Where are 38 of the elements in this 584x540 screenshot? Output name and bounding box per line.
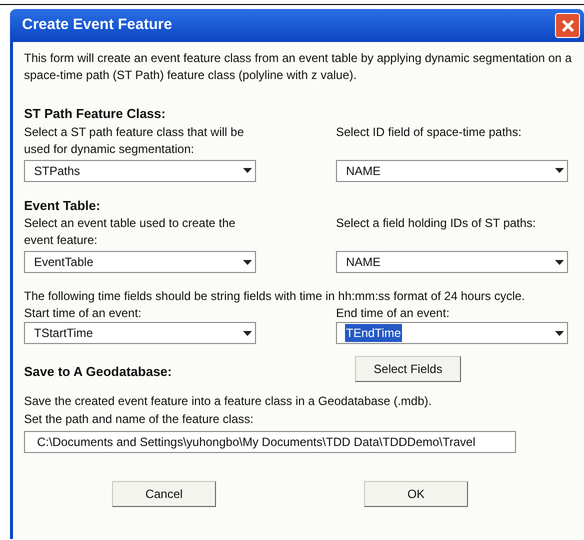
field-label: Select an event table used to create the event feature: — [24, 215, 236, 249]
field-label: Select a field holding IDs of ST paths: — [336, 215, 537, 232]
dropdown[interactable]: TEndTime — [336, 322, 568, 344]
section-heading: Save to A Geodatabase: — [24, 363, 173, 382]
caret-icon — [243, 168, 252, 173]
time-note: The following time fields should be string fields with time in hh:mm:ss format of 24 hours cycle. — [24, 288, 526, 305]
field-label: Select a ST path feature class that will be used for dynamic segmentation: — [24, 124, 245, 158]
intro-text: This form will create an event feature class from an event table by applying dynamic segmentation on a space-time path (ST Path) feature class (polyline with z value). — [24, 50, 572, 84]
dropdown-value: STPaths — [33, 162, 82, 180]
dropdown[interactable]: STPaths — [24, 160, 256, 182]
dropdown[interactable]: TStartTime — [24, 322, 256, 344]
field-label: Select ID field of space-time paths: — [336, 124, 522, 140]
save-note: Set the path and name of the feature class: — [24, 411, 254, 428]
dropdown-value: NAME — [345, 254, 382, 271]
save-note: Save the created event feature into a feature class in a Geodatabase (.mdb). — [24, 393, 433, 410]
window-title: Create Event Feature — [22, 15, 172, 36]
close-icon — [560, 18, 574, 32]
dropdown[interactable]: NAME — [336, 251, 568, 273]
caret-icon — [555, 260, 564, 264]
section-heading: ST Path Feature Class: — [24, 105, 167, 123]
dropdown-value: EventTable — [33, 254, 94, 271]
field-label: End time of an event: — [336, 305, 450, 322]
path-field[interactable]: C:\Documents and Settings\yuhongbo\My Documents\TDD Data\TDDDemo\Travel — [24, 431, 516, 453]
section-heading: Event Table: — [24, 196, 102, 214]
dialog-button[interactable]: Cancel — [112, 481, 216, 507]
caret-icon — [243, 260, 252, 264]
dropdown-value: TStartTime — [33, 325, 94, 342]
dropdown-value: NAME — [345, 162, 382, 180]
close-button[interactable] — [555, 13, 580, 38]
select-fields-button[interactable]: Select Fields — [355, 356, 461, 382]
caret-icon — [555, 168, 564, 173]
caret-icon — [243, 330, 252, 336]
dialog-button[interactable]: OK — [364, 481, 468, 507]
field-label: Start time of an event: — [24, 305, 142, 322]
dropdown[interactable]: EventTable — [24, 251, 256, 273]
dropdown-value: TEndTime — [345, 324, 402, 342]
caret-icon — [555, 330, 564, 336]
dropdown[interactable]: NAME — [336, 160, 568, 182]
